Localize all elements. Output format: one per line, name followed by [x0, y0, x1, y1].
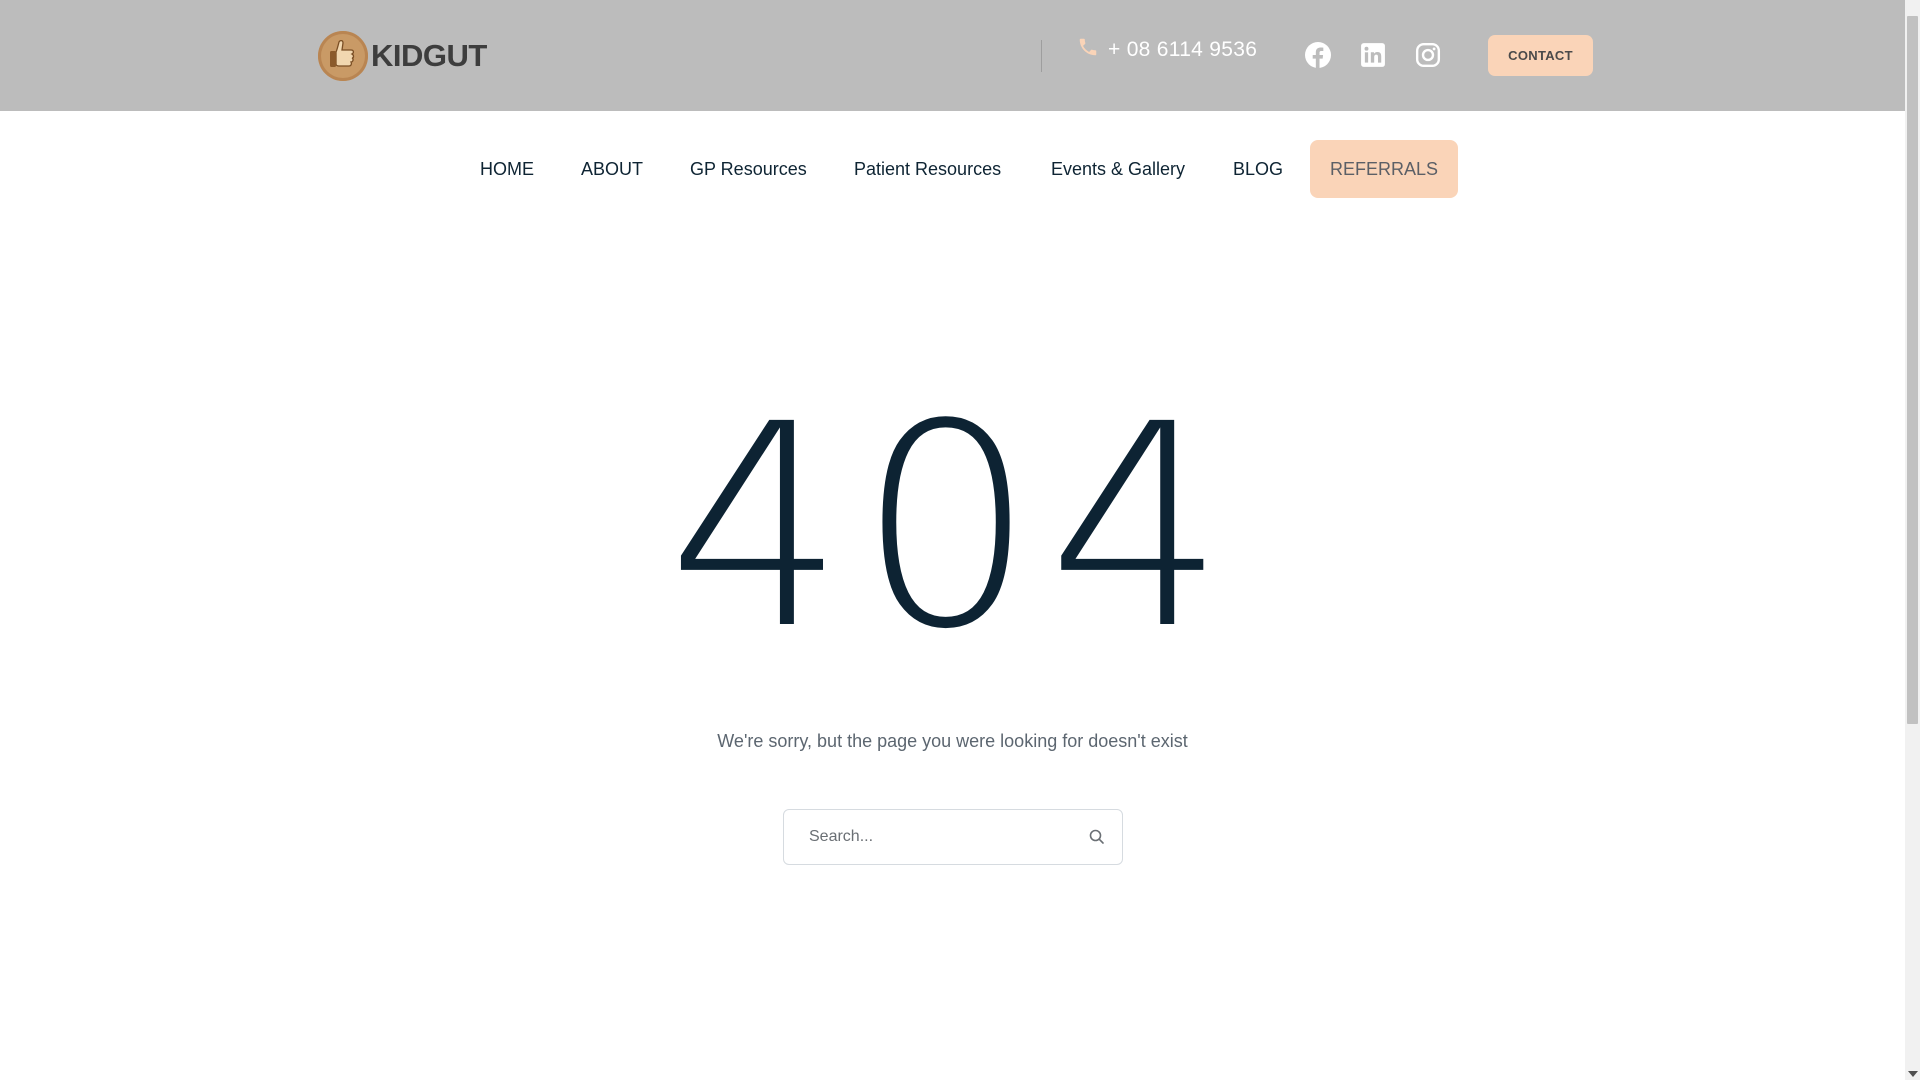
phone-link[interactable]: + 08 6114 9536 — [1077, 38, 1257, 62]
scroll-down-arrow-icon[interactable] — [1908, 1071, 1918, 1077]
search-input[interactable] — [784, 810, 1064, 864]
logo-link[interactable]: KIDGUT — [318, 30, 487, 82]
header-divider — [1041, 40, 1042, 72]
logo-text: KIDGUT — [371, 38, 487, 73]
contact-button[interactable]: CONTACT — [1488, 35, 1593, 76]
nav-item-events-gallery[interactable]: Events & Gallery — [1051, 140, 1185, 198]
search-form — [783, 809, 1123, 865]
nav-item-blog[interactable]: BLOG — [1233, 140, 1283, 198]
nav-item-home[interactable]: HOME — [480, 140, 534, 198]
phone-icon — [1079, 38, 1097, 56]
scrollbar-thumb[interactable] — [1907, 16, 1918, 724]
nav-item-gp-resources[interactable]: GP Resources — [690, 140, 807, 198]
main-nav: HOME ABOUT GP Resources Patient Resource… — [0, 140, 1905, 198]
nav-item-about[interactable]: ABOUT — [581, 140, 643, 198]
instagram-icon[interactable] — [1415, 42, 1441, 68]
top-bar: KIDGUT + 08 6114 9536 CONTACT — [0, 0, 1905, 111]
thumbs-up-icon — [318, 31, 368, 81]
phone-number: + 08 6114 9536 — [1108, 38, 1258, 61]
linkedin-icon[interactable] — [1360, 42, 1386, 68]
page-scrollbar[interactable] — [1905, 0, 1920, 1080]
error-message: We're sorry, but the page you were looki… — [717, 731, 1188, 751]
page: KIDGUT + 08 6114 9536 CONTACT HOME ABOUT… — [0, 0, 1905, 1080]
nav-item-patient-resources[interactable]: Patient Resources — [854, 140, 1001, 198]
search-icon[interactable] — [1088, 828, 1106, 846]
nav-item-referrals[interactable]: REFERRALS — [1310, 140, 1459, 198]
error-code: 404 — [667, 365, 1238, 691]
facebook-icon[interactable] — [1305, 42, 1331, 68]
